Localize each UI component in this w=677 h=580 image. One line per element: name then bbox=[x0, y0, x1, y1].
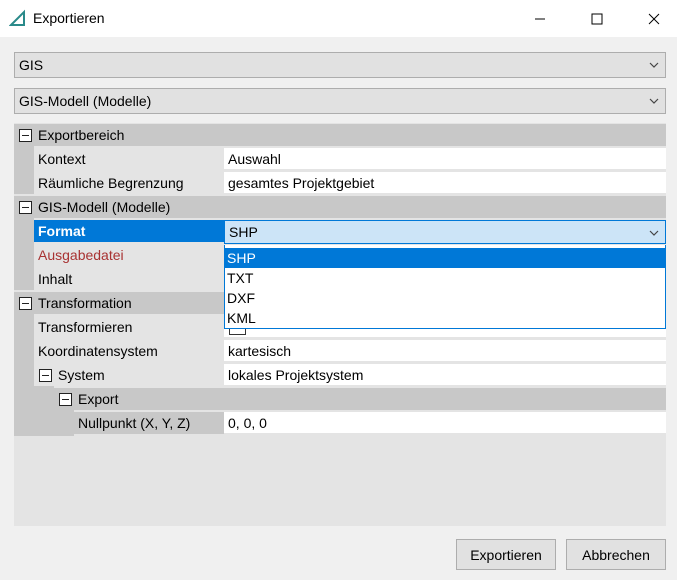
category-system[interactable]: System bbox=[34, 364, 224, 386]
collapse-icon[interactable] bbox=[19, 129, 32, 142]
indent-gutter bbox=[34, 386, 54, 436]
property-value-text: lokales Projektsystem bbox=[228, 367, 364, 383]
property-name-raeumliche-begrenzung[interactable]: Räumliche Begrenzung bbox=[34, 172, 224, 194]
category-label: Exportbereich bbox=[38, 127, 125, 143]
minimize-button[interactable] bbox=[517, 0, 563, 37]
property-value-nullpunkt[interactable]: 0, 0, 0 bbox=[224, 412, 666, 434]
option-label: KML bbox=[227, 310, 256, 326]
property-name-kontext[interactable]: Kontext bbox=[34, 148, 224, 170]
model-select[interactable]: GIS-Modell (Modelle) bbox=[14, 88, 666, 114]
maximize-button[interactable] bbox=[574, 0, 620, 37]
option-label: DXF bbox=[227, 290, 255, 306]
format-select[interactable]: SHP bbox=[224, 220, 666, 244]
category-label: GIS-Modell (Modelle) bbox=[38, 199, 171, 215]
format-option-shp[interactable]: SHP bbox=[225, 248, 665, 268]
format-group-select-value: GIS bbox=[19, 57, 44, 73]
title-bar: Exportieren bbox=[0, 0, 677, 37]
property-value-koordinatensystem[interactable]: kartesisch bbox=[224, 340, 666, 362]
category-label: Transformation bbox=[38, 295, 132, 311]
property-label: Transformieren bbox=[38, 319, 133, 335]
property-label: Räumliche Begrenzung bbox=[38, 175, 184, 191]
transformieren-checkbox[interactable] bbox=[229, 329, 246, 335]
property-value-kontext[interactable]: Auswahl bbox=[224, 148, 666, 170]
property-name-format[interactable]: Format bbox=[34, 220, 224, 242]
format-option-txt[interactable]: TXT bbox=[225, 268, 665, 288]
format-select-value: SHP bbox=[229, 224, 258, 240]
property-name-inhalt[interactable]: Inhalt bbox=[34, 268, 224, 290]
property-value-text: gesamtes Projektgebiet bbox=[228, 175, 375, 191]
close-icon bbox=[648, 13, 660, 24]
indent-gutter bbox=[14, 146, 34, 194]
property-value-text: 0, 0, 0 bbox=[228, 415, 267, 431]
window-title: Exportieren bbox=[33, 10, 105, 26]
property-name-koordinatensystem[interactable]: Koordinatensystem bbox=[34, 340, 224, 362]
cancel-button-label: Abbrechen bbox=[582, 546, 650, 563]
property-name-ausgabedatei[interactable]: Ausgabedatei bbox=[34, 244, 224, 266]
format-option-kml[interactable]: KML bbox=[225, 308, 665, 328]
cancel-button[interactable]: Abbrechen bbox=[566, 539, 666, 570]
property-value-text: Auswahl bbox=[228, 151, 281, 167]
property-label: Ausgabedatei bbox=[38, 247, 124, 263]
option-label: SHP bbox=[227, 250, 256, 266]
indent-gutter bbox=[14, 218, 34, 290]
property-name-nullpunkt[interactable]: Nullpunkt (X, Y, Z) bbox=[74, 412, 224, 434]
chevron-down-icon bbox=[649, 98, 659, 104]
minimize-icon bbox=[535, 18, 545, 19]
category-label: Export bbox=[78, 391, 119, 407]
model-select-value: GIS-Modell (Modelle) bbox=[19, 93, 152, 109]
property-label: Nullpunkt (X, Y, Z) bbox=[78, 415, 191, 431]
indent-gutter bbox=[54, 410, 74, 436]
format-group-select[interactable]: GIS bbox=[14, 52, 666, 78]
export-button[interactable]: Exportieren bbox=[456, 539, 556, 570]
property-label: Kontext bbox=[38, 151, 86, 167]
property-label: Format bbox=[38, 223, 86, 239]
maximize-icon bbox=[591, 13, 603, 24]
close-button[interactable] bbox=[631, 0, 677, 37]
collapse-icon[interactable] bbox=[59, 393, 72, 406]
property-name-transformieren[interactable]: Transformieren bbox=[34, 316, 224, 338]
property-value-system[interactable]: lokales Projektsystem bbox=[224, 364, 666, 386]
app-logo-icon bbox=[9, 9, 25, 26]
property-value-text: kartesisch bbox=[228, 343, 292, 359]
chevron-down-icon bbox=[649, 62, 659, 68]
category-export-area[interactable]: Exportbereich bbox=[14, 124, 666, 146]
property-label: Inhalt bbox=[38, 271, 73, 287]
property-value-raeumliche-begrenzung[interactable]: gesamtes Projektgebiet bbox=[224, 172, 666, 194]
collapse-icon[interactable] bbox=[39, 369, 52, 382]
indent-gutter bbox=[14, 314, 34, 436]
collapse-icon[interactable] bbox=[19, 297, 32, 310]
property-label: Koordinatensystem bbox=[38, 343, 158, 359]
category-gis-model[interactable]: GIS-Modell (Modelle) bbox=[14, 196, 666, 218]
category-export[interactable]: Export bbox=[54, 388, 666, 410]
format-dropdown-list: SHP TXT DXF KML bbox=[224, 245, 666, 329]
chevron-down-icon bbox=[649, 230, 659, 236]
collapse-icon[interactable] bbox=[19, 201, 32, 214]
format-option-dxf[interactable]: DXF bbox=[225, 288, 665, 308]
option-label: TXT bbox=[227, 270, 254, 286]
export-button-label: Exportieren bbox=[470, 546, 542, 563]
category-label: System bbox=[58, 367, 105, 383]
